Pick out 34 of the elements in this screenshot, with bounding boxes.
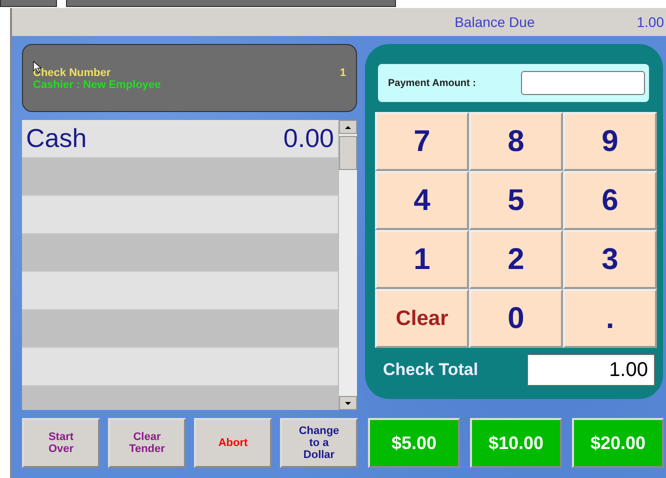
decimal-key[interactable]: .	[563, 289, 657, 348]
payment-amount-label: Payment Amount :	[388, 78, 476, 88]
cashier-name: Cashier : New Employee	[33, 79, 162, 91]
digit-key[interactable]: 1	[375, 230, 469, 289]
scroll-down-button[interactable]	[339, 396, 357, 410]
check-total-value: 1.00	[527, 354, 655, 386]
clear-key[interactable]: Clear	[375, 289, 469, 348]
action-button[interactable]: Start Over	[22, 418, 100, 468]
scroll-thumb[interactable]	[339, 136, 357, 170]
digit-key[interactable]: 5	[469, 171, 563, 230]
empty-row[interactable]	[22, 234, 338, 272]
digit-key[interactable]: 0	[469, 289, 563, 348]
empty-row[interactable]	[22, 158, 338, 196]
balance-due-value: 1.00	[636, 14, 664, 30]
digit-key[interactable]: 4	[375, 171, 469, 230]
tender-name: Cash	[26, 123, 87, 154]
digit-key[interactable]: 6	[563, 171, 657, 230]
check-number: 1	[340, 67, 346, 79]
tender-amount: 0.00	[283, 123, 334, 154]
empty-row[interactable]	[22, 310, 338, 348]
digit-key[interactable]: 9	[563, 112, 657, 171]
digit-key[interactable]: 3	[563, 230, 657, 289]
scroll-up-button[interactable]	[339, 120, 357, 134]
digit-key[interactable]: 7	[375, 112, 469, 171]
digit-key[interactable]: 8	[469, 112, 563, 171]
scrollbar[interactable]	[338, 120, 357, 410]
payment-amount-field[interactable]	[521, 71, 645, 95]
check-number-label: Check Number	[33, 67, 111, 79]
window-edge	[0, 0, 57, 7]
action-button[interactable]: Change to a Dollar	[280, 418, 358, 468]
check-total-label: Check Total	[383, 360, 478, 380]
digit-key[interactable]: 2	[469, 230, 563, 289]
action-button[interactable]: Clear Tender	[108, 418, 186, 468]
balance-due-label: Balance Due	[454, 14, 535, 30]
